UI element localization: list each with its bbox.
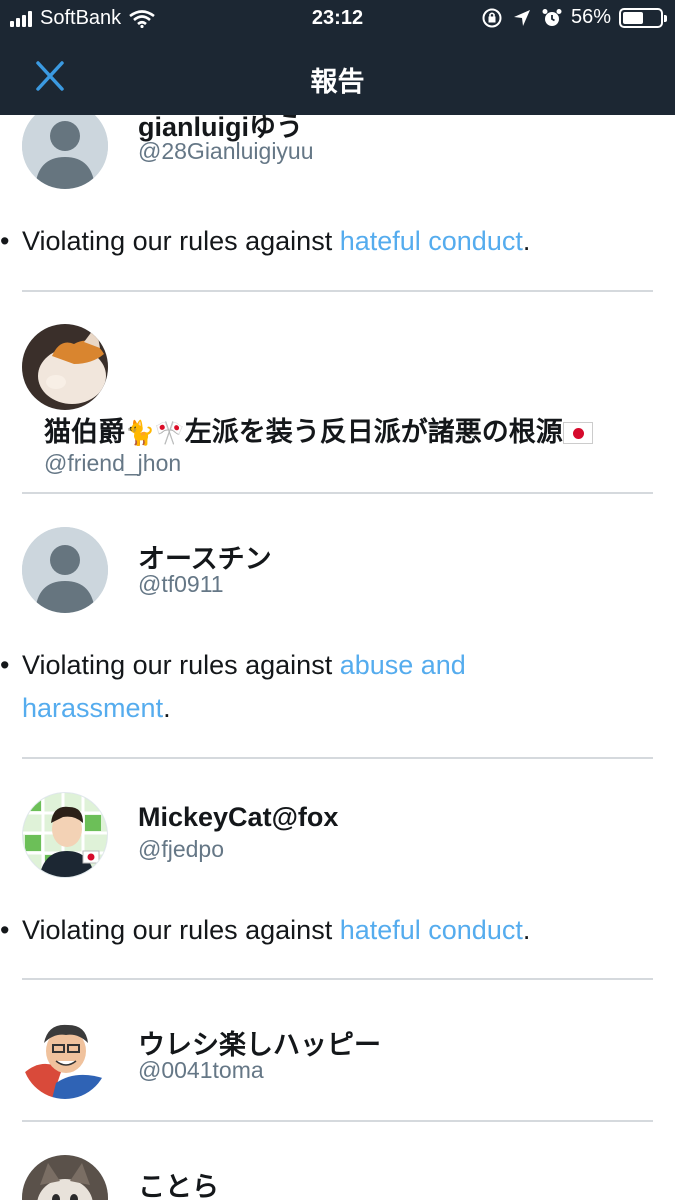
policy-link[interactable]: hateful conduct (340, 915, 523, 945)
user-name: 猫伯爵🐈🎌左派を装う反日派が諸悪の根源 (44, 410, 593, 449)
cat-avatar[interactable] (22, 1155, 108, 1200)
report-reason: • Violating our rules against abuse and ha… (0, 644, 653, 730)
status-right: 56% (481, 6, 667, 29)
divider (22, 1120, 653, 1122)
divider (22, 492, 653, 494)
default-avatar[interactable] (22, 527, 108, 613)
battery-icon (619, 7, 667, 28)
nav-bar: 報告 (0, 38, 675, 115)
cartoon-avatar[interactable] (22, 1013, 108, 1099)
divider (22, 757, 653, 759)
bullet: • (0, 226, 10, 256)
japan-flag-icon (562, 422, 593, 444)
man-avatar[interactable] (22, 792, 108, 878)
bullet: • (0, 650, 10, 680)
policy-link[interactable]: hateful conduct (340, 226, 523, 256)
bullet: • (0, 915, 10, 945)
page-title: 報告 (310, 67, 365, 97)
report-reason: • Violating our rules against hateful con… (0, 909, 653, 952)
status-bar: SoftBank 23:12 56% (0, 0, 675, 38)
crossed-flags-emoji: 🎌 (154, 420, 185, 447)
user-name: ことら (138, 1172, 219, 1200)
location-icon (513, 9, 530, 26)
report-reason: • Violating our rules against hateful con… (0, 220, 653, 263)
user-handle: @0041toma (138, 1057, 264, 1083)
divider (22, 978, 653, 980)
user-name: MickeyCat@fox (138, 802, 339, 832)
policy-link[interactable]: harassment (22, 693, 163, 723)
battery-fill (623, 11, 644, 24)
default-avatar[interactable] (22, 115, 108, 189)
policy-link[interactable]: abuse and (340, 650, 466, 680)
report-list[interactable]: gianluigiゆう @28Gianluigiyuu • Violating o… (0, 115, 675, 1200)
user-handle: @28Gianluigiyuu (138, 138, 314, 164)
cat-emoji: 🐈 (125, 420, 155, 447)
alarm-icon (542, 8, 562, 26)
divider (22, 290, 653, 292)
user-handle: @fjedpo (138, 836, 225, 862)
orientation-lock-icon (482, 8, 502, 27)
cat-avatar[interactable] (22, 324, 108, 410)
user-handle: @friend_jhon (44, 450, 182, 476)
user-handle: @tf0911 (138, 571, 224, 597)
battery-percent: 56% (570, 6, 611, 28)
